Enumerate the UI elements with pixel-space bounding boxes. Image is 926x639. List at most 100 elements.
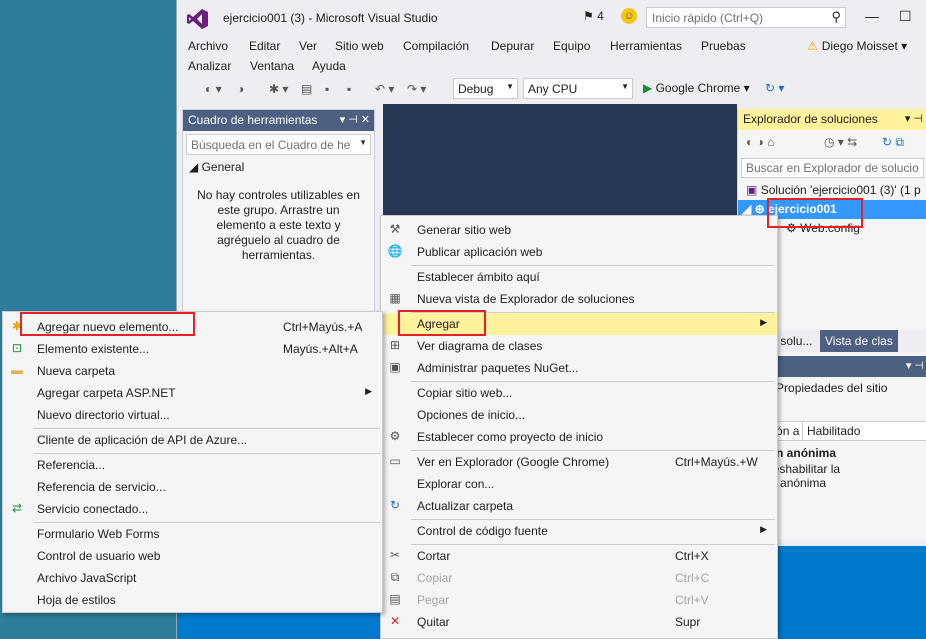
menu-item-opciones-inicio[interactable]: Opciones de inicio... <box>381 404 777 426</box>
menu-item-proyecto-inicio[interactable]: ⚙ Establecer como proyecto de inicio <box>381 426 777 448</box>
menu-equipo[interactable]: Equipo <box>553 39 590 53</box>
back-icon[interactable]: ◐ ▾ <box>205 82 222 96</box>
menu-item-control-codigo[interactable]: Control de código fuente ▶ <box>381 520 777 542</box>
menu-item-agregar[interactable]: Agregar ▶ <box>381 313 777 335</box>
menu-item-label: Agregar carpeta ASP.NET <box>37 386 176 400</box>
menu-item-carpeta-aspnet[interactable]: Agregar carpeta ASP.NET ▶ <box>3 382 382 404</box>
menu-item-quitar[interactable]: ✕ Quitar Supr <box>381 611 777 633</box>
maximize-button[interactable]: ☐ <box>899 8 912 25</box>
search-icon[interactable]: ⚲ <box>831 9 841 25</box>
tab-class-view[interactable]: Vista de clas <box>820 330 898 352</box>
visual-studio-logo-icon <box>187 9 208 29</box>
menu-item-shortcut: Ctrl+Mayús.+A <box>283 320 363 334</box>
menu-item-nueva-vista[interactable]: ▦ Nueva vista de Explorador de soluciones <box>381 288 777 310</box>
menu-item-elemento-existente[interactable]: ⊡ Elemento existente... Mayús.+Alt+A <box>3 338 382 360</box>
platform-select[interactable]: Any CPU ▼ <box>523 78 633 99</box>
menu-item-label: Archivo JavaScript <box>37 571 137 585</box>
history-icon[interactable]: ◷ ▾ ⇆ <box>824 135 857 149</box>
menu-depurar[interactable]: Depurar <box>491 39 534 53</box>
menu-item-directorio-virtual[interactable]: Nuevo directorio virtual... <box>3 404 382 426</box>
solution-explorer-title: Explorador de soluciones <box>743 112 878 126</box>
menu-item-formulario-web[interactable]: Formulario Web Forms <box>3 523 382 545</box>
save-all-icon[interactable]: ▪ <box>347 82 351 96</box>
menu-item-label: Opciones de inicio... <box>417 408 526 422</box>
menu-item-copiar[interactable]: ⧉ Copiar Ctrl+C <box>381 567 777 589</box>
submenu-arrow-icon: ▶ <box>365 386 372 396</box>
menu-item-label: Nuevo directorio virtual... <box>37 408 170 422</box>
window-icon: ▦ <box>389 291 401 305</box>
project-label: ejercicio001 <box>767 202 837 216</box>
menu-item-referencia-servicio[interactable]: Referencia de servicio... <box>3 476 382 498</box>
menu-item-nueva-carpeta[interactable]: ▬ Nueva carpeta <box>3 360 382 382</box>
menu-item-servicio-conectado[interactable]: ⇄ Servicio conectado... <box>3 498 382 520</box>
menu-ayuda[interactable]: Ayuda <box>312 59 346 73</box>
solution-node[interactable]: ▣ Solución 'ejercicio001 (3)' (1 p <box>738 181 926 200</box>
menu-analizar[interactable]: Analizar <box>188 59 231 73</box>
menu-item-shortcut: Ctrl+C <box>675 571 710 585</box>
menu-item-referencia[interactable]: Referencia... <box>3 454 382 476</box>
menu-ventana[interactable]: Ventana <box>250 59 294 73</box>
quick-launch-input[interactable]: Inicio rápido (Ctrl+Q) ⚲ <box>646 7 846 28</box>
build-icon: ⚒ <box>389 222 401 236</box>
panel-buttons[interactable]: ▾ ⊣ ✕ <box>340 113 370 126</box>
menu-item-label: Actualizar carpeta <box>417 499 514 513</box>
refresh-icon[interactable]: ↻ ⧉ <box>882 135 904 150</box>
redo-icon[interactable]: ↷ ▾ <box>407 82 426 96</box>
refresh-icon[interactable]: ↻ ▾ <box>765 81 784 95</box>
property-value[interactable]: Habilitado <box>802 422 864 440</box>
back-icon[interactable]: ◐ ◑ ⌂ <box>746 135 774 149</box>
menu-item-label: Nueva carpeta <box>37 364 116 378</box>
chevron-down-icon[interactable]: ▼ <box>359 138 367 147</box>
forward-icon[interactable]: ◑ <box>237 82 244 96</box>
menu-herramientas[interactable]: Herramientas <box>610 39 682 53</box>
menu-item-establecer-ambito[interactable]: Establecer ámbito aquí <box>381 266 777 288</box>
menu-item-generar-sitio-web[interactable]: ⚒ Generar sitio web <box>381 219 777 241</box>
notifications-flag[interactable]: ⚑ 4 <box>583 9 604 23</box>
menu-compilacion[interactable]: Compilación <box>403 39 469 53</box>
minimize-button[interactable]: — <box>865 8 879 24</box>
menu-pruebas[interactable]: Pruebas <box>701 39 746 53</box>
menu-sitio-web[interactable]: Sitio web <box>335 39 384 53</box>
menu-item-hoja-estilos[interactable]: Hoja de estilos <box>3 589 382 611</box>
menu-item-shortcut: Supr <box>675 615 701 629</box>
menu-item-ver-diagrama[interactable]: ⊞ Ver diagrama de clases <box>381 335 777 357</box>
browser-label: Google Chrome <box>655 81 741 95</box>
solution-search-input[interactable]: Buscar en Explorador de solucio <box>741 158 924 178</box>
menu-item-copiar-sitio[interactable]: Copiar sitio web... <box>381 382 777 404</box>
menu-item-agregar-nuevo-elemento[interactable]: ✱ Agregar nuevo elemento... Ctrl+Mayús.+A <box>3 316 382 338</box>
save-icon[interactable]: ▪ <box>325 82 329 96</box>
open-folder-icon[interactable]: ▤ <box>301 82 312 96</box>
user-account[interactable]: ⚠ Diego Moisset ▾ <box>807 39 907 53</box>
new-project-icon[interactable]: ✱ ▾ <box>269 82 288 96</box>
submenu-arrow-icon: ▶ <box>760 317 767 327</box>
menu-item-shortcut: Ctrl+Mayús.+W <box>675 455 758 469</box>
menu-item-actualizar[interactable]: ↻ Actualizar carpeta <box>381 495 777 517</box>
menu-archivo[interactable]: Archivo <box>188 39 228 53</box>
menu-item-control-usuario[interactable]: Control de usuario web <box>3 545 382 567</box>
menu-item-label: Administrar paquetes NuGet... <box>417 361 579 375</box>
menu-item-ver-explorador[interactable]: ▭ Ver en Explorador (Google Chrome) Ctrl+M… <box>381 451 777 473</box>
start-debug-button[interactable]: ▶ Google Chrome ▾ <box>643 81 750 95</box>
panel-buttons[interactable]: ▾ ⊣ <box>905 112 923 125</box>
menu-item-cliente-azure[interactable]: Cliente de aplicación de API de Azure... <box>3 429 382 451</box>
panel-buttons[interactable]: ▾ ⊣ <box>906 359 924 372</box>
menu-item-nuget[interactable]: ▣ Administrar paquetes NuGet... <box>381 357 777 379</box>
menu-item-pegar[interactable]: ▤ Pegar Ctrl+V <box>381 589 777 611</box>
menu-item-cortar[interactable]: ✂ Cortar Ctrl+X <box>381 545 777 567</box>
toolbox-group-general[interactable]: ◢ General <box>183 158 374 176</box>
undo-icon[interactable]: ↶ ▾ <box>375 82 394 96</box>
menu-item-archivo-js[interactable]: Archivo JavaScript <box>3 567 382 589</box>
menu-item-label: Copiar sitio web... <box>417 386 513 400</box>
menu-item-explorar-con[interactable]: Explorar con... <box>381 473 777 495</box>
configuration-select[interactable]: Debug ▼ <box>453 78 518 99</box>
menu-editar[interactable]: Editar <box>249 39 280 53</box>
menu-item-label: Agregar <box>417 317 460 331</box>
connected-service-icon: ⇄ <box>11 501 23 515</box>
menu-ver[interactable]: Ver <box>299 39 317 53</box>
browser-icon: ▭ <box>389 454 401 468</box>
expand-arrow-icon: ◢ <box>742 202 752 216</box>
quick-launch-placeholder: Inicio rápido (Ctrl+Q) <box>652 11 764 25</box>
menu-item-publicar[interactable]: 🌐 Publicar aplicación web <box>381 241 777 263</box>
toolbox-search-input[interactable]: Búsqueda en el Cuadro de he ▼ <box>186 134 371 155</box>
feedback-smiley-icon[interactable]: ☺ <box>621 8 637 24</box>
